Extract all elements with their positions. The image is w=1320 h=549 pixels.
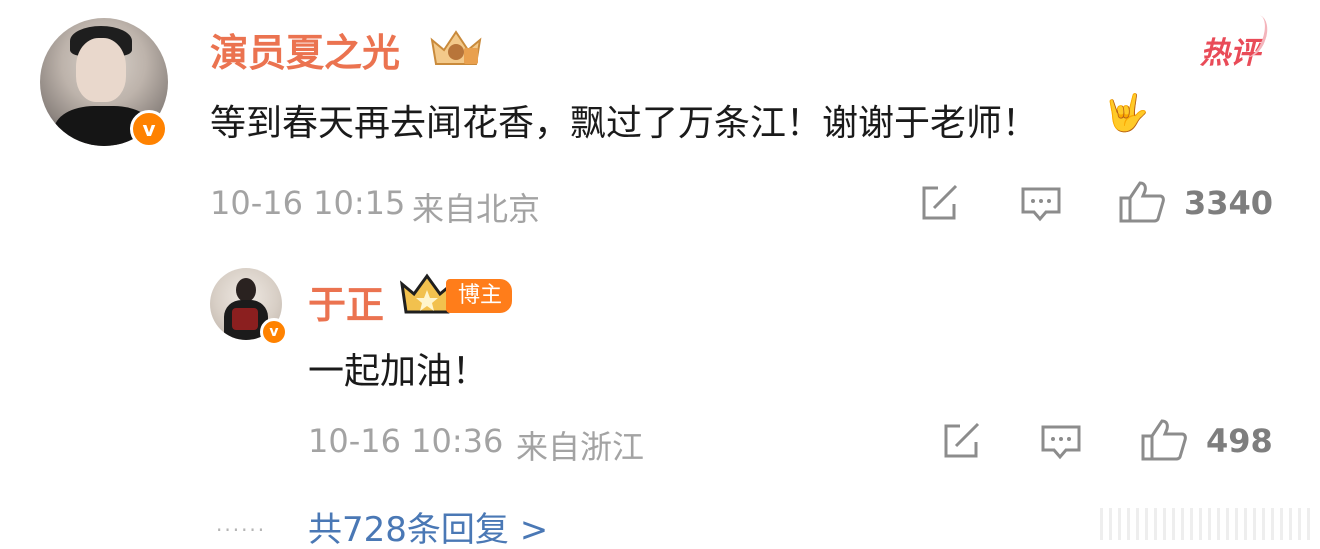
like-icon[interactable] — [1140, 418, 1188, 462]
crown-icon — [428, 26, 484, 68]
watermark-stripes — [1100, 508, 1312, 540]
hot-comment-badge: 热评 — [1200, 28, 1260, 72]
rock-hand-emoji: 🤟 — [1104, 93, 1149, 134]
comment-icon[interactable] — [1020, 186, 1062, 222]
verified-badge-icon: v — [260, 318, 288, 346]
like-icon[interactable] — [1118, 180, 1166, 224]
reply-location: 来自浙江 — [516, 428, 645, 466]
reply-time: 10-16 10:36 — [308, 422, 504, 460]
comment-icon[interactable] — [1040, 424, 1082, 460]
dots-separator: ...... — [216, 512, 267, 536]
comment-text: 等到春天再去闻花香，飘过了万条江！谢谢于老师！ — [210, 103, 1039, 144]
like-count: 498 — [1206, 422, 1273, 460]
like-count: 3340 — [1184, 184, 1274, 222]
share-icon[interactable] — [940, 422, 982, 460]
verified-badge-icon: v — [130, 110, 168, 148]
author-badge: 博主 — [446, 279, 513, 313]
comment-time: 10-16 10:15 — [210, 184, 406, 222]
comment-location: 来自北京 — [412, 190, 541, 228]
commenter-username[interactable]: 演员夏之光 — [210, 22, 400, 77]
replier-username[interactable]: 于正 — [308, 274, 384, 329]
view-more-replies-link[interactable]: 共728条回复 > — [308, 502, 548, 549]
reply-text: 一起加油！ — [308, 351, 489, 392]
share-icon[interactable] — [918, 184, 960, 222]
